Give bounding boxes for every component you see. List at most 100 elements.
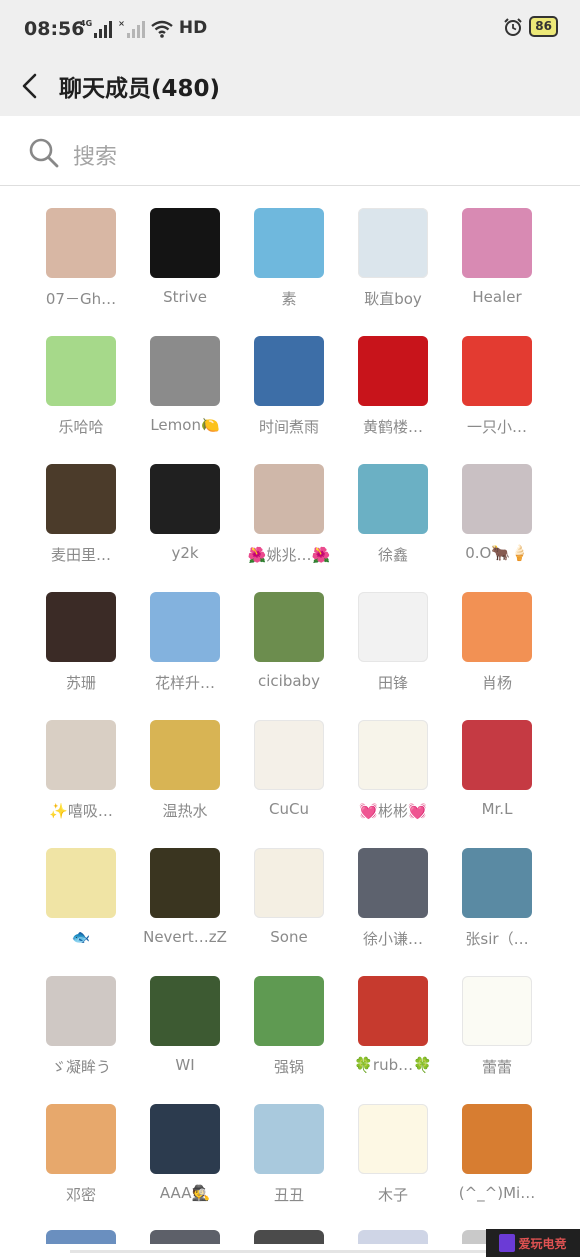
member-item[interactable]: WI (133, 976, 237, 1104)
avatar[interactable] (46, 1104, 116, 1174)
member-item[interactable]: Nevert…zZ (133, 848, 237, 976)
member-item[interactable]: 肖杨 (445, 592, 549, 720)
avatar-partial[interactable] (254, 1230, 324, 1244)
member-item[interactable]: 💓彬彬💓 (341, 720, 445, 848)
member-item[interactable]: 田锋 (341, 592, 445, 720)
avatar[interactable] (358, 1104, 428, 1174)
search-bar[interactable]: 搜索 (0, 116, 580, 186)
member-item[interactable]: 蕾蕾 (445, 976, 549, 1104)
avatar[interactable] (358, 208, 428, 278)
status-bar: 08:56 4G × HD 86 (0, 0, 580, 58)
member-name: 强锅 (273, 1058, 304, 1076)
member-item[interactable]: CuCu (237, 720, 341, 848)
member-item[interactable]: 徐小谦… (341, 848, 445, 976)
avatar[interactable] (150, 592, 220, 662)
avatar[interactable] (254, 720, 324, 790)
avatar[interactable] (150, 336, 220, 406)
member-item[interactable]: 时间煮雨 (237, 336, 341, 464)
member-name: 乐哈哈 (58, 418, 104, 436)
avatar[interactable] (150, 464, 220, 534)
avatar[interactable] (358, 464, 428, 534)
avatar[interactable] (254, 592, 324, 662)
avatar[interactable] (462, 848, 532, 918)
back-arrow-icon[interactable] (18, 70, 42, 102)
avatar[interactable] (46, 464, 116, 534)
member-item[interactable]: 素 (237, 208, 341, 336)
avatar[interactable] (462, 720, 532, 790)
avatar[interactable] (462, 592, 532, 662)
member-item[interactable]: 乐哈哈 (29, 336, 133, 464)
member-item[interactable]: 木子 (341, 1104, 445, 1232)
avatar[interactable] (46, 336, 116, 406)
member-item[interactable]: Strive (133, 208, 237, 336)
avatar-partial[interactable] (46, 1230, 116, 1244)
avatar[interactable] (150, 848, 220, 918)
search-input[interactable]: 搜索 (73, 139, 117, 171)
member-item[interactable]: AAA🕵 (133, 1104, 237, 1232)
avatar[interactable] (254, 208, 324, 278)
member-item[interactable]: Sone (237, 848, 341, 976)
member-item[interactable]: 🐟 (29, 848, 133, 976)
avatar[interactable] (462, 464, 532, 534)
avatar-partial[interactable] (150, 1230, 220, 1244)
avatar[interactable] (358, 592, 428, 662)
member-item[interactable]: ゞ凝眸う (29, 976, 133, 1104)
avatar[interactable] (254, 976, 324, 1046)
avatar[interactable] (46, 592, 116, 662)
member-item[interactable]: 一只小… (445, 336, 549, 464)
member-item[interactable]: (^_^)Mi… (445, 1104, 549, 1232)
avatar[interactable] (150, 976, 220, 1046)
member-item[interactable]: Lemon🍋 (133, 336, 237, 464)
hd-label: HD (178, 18, 208, 38)
avatar[interactable] (358, 848, 428, 918)
member-name: 🐟 (71, 928, 91, 946)
member-item[interactable]: 0.O🐂🍦 (445, 464, 549, 592)
avatar[interactable] (46, 208, 116, 278)
member-item[interactable]: ✨嘻吸… (29, 720, 133, 848)
member-item[interactable]: 🍀rub…🍀 (341, 976, 445, 1104)
header: 聊天成员(480) (0, 58, 580, 116)
member-item[interactable]: 邓密 (29, 1104, 133, 1232)
avatar[interactable] (46, 720, 116, 790)
member-item[interactable]: 温热水 (133, 720, 237, 848)
member-item[interactable]: cicibaby (237, 592, 341, 720)
avatar-partial[interactable] (358, 1230, 428, 1244)
avatar[interactable] (358, 976, 428, 1046)
signal-icon: 4G (80, 20, 113, 38)
member-item[interactable]: 徐鑫 (341, 464, 445, 592)
signal-icon-2: × (118, 20, 145, 38)
member-item[interactable]: 苏珊 (29, 592, 133, 720)
status-right: 86 (503, 16, 558, 37)
avatar[interactable] (254, 336, 324, 406)
search-icon (29, 138, 59, 168)
member-item[interactable]: 强锅 (237, 976, 341, 1104)
avatar[interactable] (358, 720, 428, 790)
avatar[interactable] (150, 1104, 220, 1174)
member-item[interactable]: 麦田里… (29, 464, 133, 592)
avatar[interactable] (462, 1104, 532, 1174)
member-item[interactable]: Healer (445, 208, 549, 336)
member-item[interactable]: 张sir（… (445, 848, 549, 976)
member-item[interactable]: 丑丑 (237, 1104, 341, 1232)
avatar[interactable] (462, 208, 532, 278)
avatar[interactable] (358, 336, 428, 406)
watermark-logo-icon (499, 1234, 516, 1252)
avatar[interactable] (150, 208, 220, 278)
member-name: CuCu (269, 800, 309, 818)
avatar[interactable] (462, 336, 532, 406)
member-item[interactable]: y2k (133, 464, 237, 592)
avatar[interactable] (462, 976, 532, 1046)
member-item[interactable]: 🌺姚兆…🌺 (237, 464, 341, 592)
avatar[interactable] (254, 464, 324, 534)
avatar[interactable] (150, 720, 220, 790)
member-name: 一只小… (466, 418, 527, 436)
member-item[interactable]: Mr.L (445, 720, 549, 848)
member-item[interactable]: 07－Gh… (29, 208, 133, 336)
avatar[interactable] (254, 848, 324, 918)
avatar[interactable] (254, 1104, 324, 1174)
avatar[interactable] (46, 976, 116, 1046)
member-item[interactable]: 花样升… (133, 592, 237, 720)
member-item[interactable]: 黄鹤楼… (341, 336, 445, 464)
avatar[interactable] (46, 848, 116, 918)
member-item[interactable]: 耿直boy (341, 208, 445, 336)
